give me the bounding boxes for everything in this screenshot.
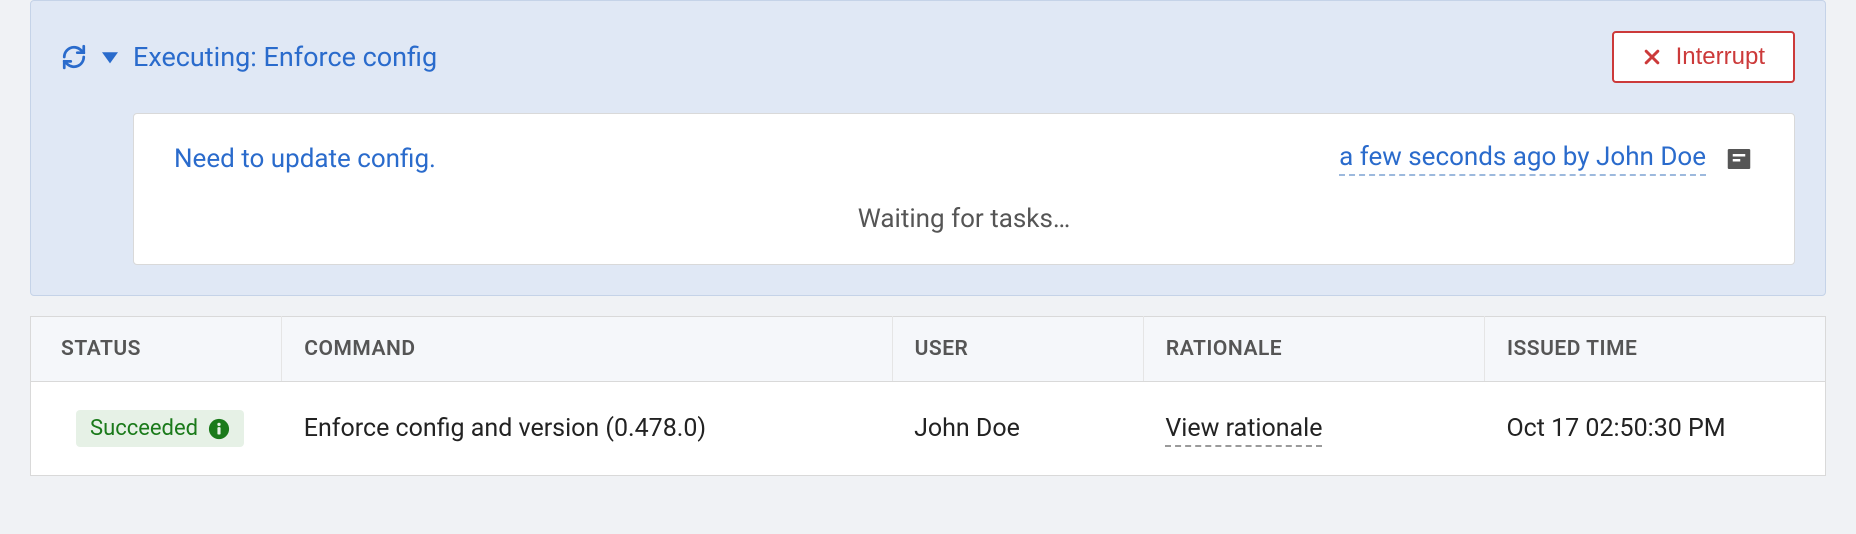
interrupt-label: Interrupt	[1676, 43, 1765, 71]
executing-header-left: Executing: Enforce config	[61, 41, 437, 73]
table-row: Succeeded Enforce config and version (0.…	[31, 382, 1826, 476]
refresh-icon[interactable]	[61, 44, 87, 70]
dropdown-caret-icon[interactable]	[102, 49, 118, 65]
executing-title: Executing: Enforce config	[133, 41, 437, 73]
waiting-text: Waiting for tasks…	[174, 204, 1754, 234]
commands-table: Status Command User Rationale Issued Tim…	[30, 316, 1826, 476]
message-text: Need to update config.	[174, 144, 436, 174]
message-card: Need to update config. a few seconds ago…	[133, 113, 1795, 265]
note-icon[interactable]	[1724, 144, 1754, 174]
message-meta: a few seconds ago by John Doe	[1339, 142, 1754, 176]
header-status: Status	[31, 317, 282, 382]
cell-issued-time: Oct 17 02:50:30 PM	[1484, 382, 1825, 476]
header-rationale: Rationale	[1143, 317, 1484, 382]
table-wrapper: Status Command User Rationale Issued Tim…	[30, 316, 1826, 476]
header-issued-time: Issued Time	[1484, 317, 1825, 382]
message-time-by[interactable]: a few seconds ago by John Doe	[1339, 142, 1706, 176]
header-user: User	[892, 317, 1143, 382]
header-command: Command	[282, 317, 892, 382]
table-header-row: Status Command User Rationale Issued Tim…	[31, 317, 1826, 382]
info-icon[interactable]	[208, 418, 230, 440]
cell-user: John Doe	[892, 382, 1143, 476]
view-rationale-link[interactable]: View rationale	[1165, 414, 1322, 447]
status-badge: Succeeded	[76, 410, 244, 447]
executing-header: Executing: Enforce config Interrupt	[61, 31, 1795, 83]
status-label: Succeeded	[90, 416, 198, 441]
cell-command: Enforce config and version (0.478.0)	[282, 382, 892, 476]
executing-panel: Executing: Enforce config Interrupt Need…	[30, 0, 1826, 296]
interrupt-button[interactable]: Interrupt	[1612, 31, 1795, 83]
close-icon	[1642, 47, 1662, 67]
